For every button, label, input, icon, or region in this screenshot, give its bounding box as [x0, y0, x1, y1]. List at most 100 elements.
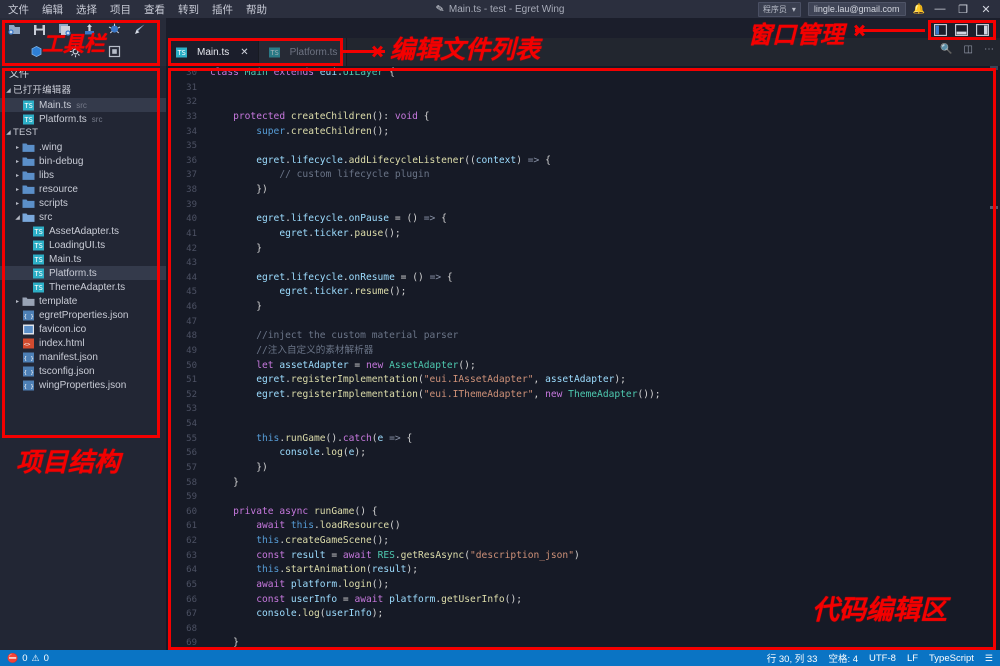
- line-number: 67: [186, 609, 197, 620]
- package-icon[interactable]: [30, 45, 43, 58]
- save-icon[interactable]: [33, 23, 46, 36]
- toolbar: [0, 18, 166, 66]
- code-editor[interactable]: 30 class Main extends eui.UILayer {31 32 33…: [166, 66, 1000, 650]
- file-egretproperties[interactable]: { } egretProperties.json: [0, 308, 166, 322]
- titlebar: 文件 编辑 选择 项目 查看 转到 插件 帮助 ✎ Main.ts - test…: [0, 0, 1000, 18]
- build-icon[interactable]: [83, 23, 96, 36]
- fullscreen-icon[interactable]: [108, 45, 121, 58]
- line-number: 52: [186, 389, 197, 400]
- code-line: 66 const userInfo = await platform.getUs…: [166, 593, 1000, 608]
- panel-toggle-icon[interactable]: [955, 24, 968, 39]
- close-icon[interactable]: ✕: [240, 47, 248, 58]
- code-line: 33 protected createChildren(): void {: [166, 110, 1000, 125]
- line-number: 46: [186, 302, 197, 312]
- settings-icon[interactable]: [69, 45, 82, 58]
- bell-icon[interactable]: 🔔: [913, 4, 925, 15]
- file-themeadapter[interactable]: TS ThemeAdapter.ts: [0, 280, 166, 294]
- code-line: 50 let assetAdapter = new AssetAdapter()…: [166, 359, 1000, 374]
- file-tsconfig[interactable]: { } tsconfig.json: [0, 364, 166, 378]
- file-label: AssetAdapter.ts: [49, 225, 120, 237]
- folder-src[interactable]: ◢ src: [0, 210, 166, 224]
- debug-icon[interactable]: [108, 23, 121, 36]
- folder-bin-debug[interactable]: ▸ bin-debug: [0, 154, 166, 168]
- error-icon[interactable]: ⛔: [7, 653, 18, 664]
- language-mode[interactable]: TypeScript: [929, 653, 974, 664]
- minimize-button[interactable]: —: [932, 3, 948, 15]
- close-button[interactable]: ✕: [978, 3, 994, 16]
- publish-icon[interactable]: [133, 23, 146, 36]
- folder-libs[interactable]: ▸ libs: [0, 168, 166, 182]
- code-line: 41 egret.ticker.pause();: [166, 227, 1000, 242]
- tab-label: Main.ts: [197, 46, 230, 58]
- code-text: private async runGame() {: [233, 505, 378, 517]
- search-icon[interactable]: 🔍: [940, 44, 952, 55]
- code-line: 38 }): [166, 183, 1000, 198]
- code-text: }): [256, 461, 268, 473]
- folder-icon: [22, 157, 35, 166]
- code-text: }: [233, 637, 239, 649]
- editor-scrollbar[interactable]: [988, 66, 1000, 650]
- tab-platform-ts[interactable]: TS Platform.ts: [258, 38, 348, 66]
- svg-text:TS: TS: [24, 116, 32, 124]
- line-number: 50: [186, 360, 197, 371]
- split-editor-icon[interactable]: ◫: [964, 44, 973, 55]
- encoding[interactable]: UTF-8: [869, 653, 896, 664]
- file-assetadapter[interactable]: TS AssetAdapter.ts: [0, 224, 166, 238]
- titlebar-right-controls: 程序员 ▾ lingle.lau@gmail.com 🔔 — ❐ ✕: [757, 1, 1000, 17]
- save-all-icon[interactable]: [58, 23, 71, 36]
- warning-icon[interactable]: ⚠: [32, 653, 40, 664]
- file-main[interactable]: TS Main.ts: [0, 252, 166, 266]
- code-line: 32: [166, 95, 1000, 110]
- image-file-icon: [23, 324, 34, 334]
- folder-template[interactable]: ▸ template: [0, 294, 166, 308]
- role-select[interactable]: 程序员 ▾: [757, 1, 801, 17]
- code-text: }: [256, 242, 262, 254]
- file-platform[interactable]: TS Platform.ts: [0, 266, 166, 280]
- menu-item-project[interactable]: 项目: [110, 2, 131, 17]
- sidebar-toggle-icon[interactable]: [934, 24, 947, 39]
- line-number: 54: [186, 419, 197, 429]
- menu-item-goto[interactable]: 转到: [178, 2, 199, 17]
- code-line: 68: [166, 622, 1000, 637]
- folder-resource[interactable]: ▸ resource: [0, 182, 166, 196]
- file-favicon[interactable]: favicon.ico: [0, 322, 166, 336]
- menu-item-view[interactable]: 查看: [144, 2, 165, 17]
- file-manifest[interactable]: { } manifest.json: [0, 350, 166, 364]
- menu-item-help[interactable]: 帮助: [246, 2, 267, 17]
- chevron-down-icon: ◢: [15, 214, 20, 221]
- line-number: 49: [186, 345, 197, 356]
- indent-setting[interactable]: 空格: 4: [828, 651, 858, 665]
- maximize-button[interactable]: ❐: [955, 3, 971, 16]
- menu-item-file[interactable]: 文件: [8, 2, 29, 17]
- menu-item-select[interactable]: 选择: [76, 2, 97, 17]
- svg-text:TS: TS: [34, 270, 42, 278]
- tab-main-ts[interactable]: TS Main.ts ✕: [166, 38, 259, 66]
- section-open-editors[interactable]: ◢ 已打开编辑器: [0, 84, 166, 98]
- file-index-html[interactable]: <> index.html: [0, 336, 166, 350]
- menu-item-edit[interactable]: 编辑: [42, 2, 63, 17]
- more-actions-icon[interactable]: ⋯: [984, 44, 994, 55]
- folder-scripts[interactable]: ▸ scripts: [0, 196, 166, 210]
- line-ending[interactable]: LF: [907, 653, 918, 664]
- file-loadingui[interactable]: TS LoadingUI.ts: [0, 238, 166, 252]
- open-editor-item-platform[interactable]: TS Platform.ts src: [0, 112, 166, 126]
- section-project-root[interactable]: ◢ TEST: [0, 126, 166, 140]
- annotation-arrow-head2-window-management: [854, 24, 865, 37]
- new-project-icon[interactable]: [8, 23, 21, 36]
- open-editor-item-main[interactable]: TS Main.ts src: [0, 98, 166, 112]
- file-wingproperties[interactable]: { } wingProperties.json: [0, 378, 166, 392]
- rightbar-toggle-icon[interactable]: [976, 24, 989, 39]
- code-text: //inject the custom material parser: [256, 330, 459, 342]
- menu-item-plugins[interactable]: 插件: [212, 2, 233, 17]
- open-editor-label: Main.ts: [39, 99, 72, 111]
- line-number: 59: [186, 492, 197, 503]
- file-label: tsconfig.json: [39, 365, 95, 377]
- code-text: }): [256, 184, 268, 195]
- account-email[interactable]: lingle.lau@gmail.com: [807, 2, 906, 16]
- folder-wing[interactable]: ▸ .wing: [0, 140, 166, 154]
- code-line: 60 private async runGame() {: [166, 505, 1000, 520]
- line-number: 64: [186, 565, 197, 576]
- code-content[interactable]: 30 class Main extends eui.UILayer {31 32 33…: [166, 66, 1000, 650]
- notification-icon[interactable]: ☰: [985, 653, 993, 664]
- cursor-position[interactable]: 行 30, 列 33: [767, 651, 818, 665]
